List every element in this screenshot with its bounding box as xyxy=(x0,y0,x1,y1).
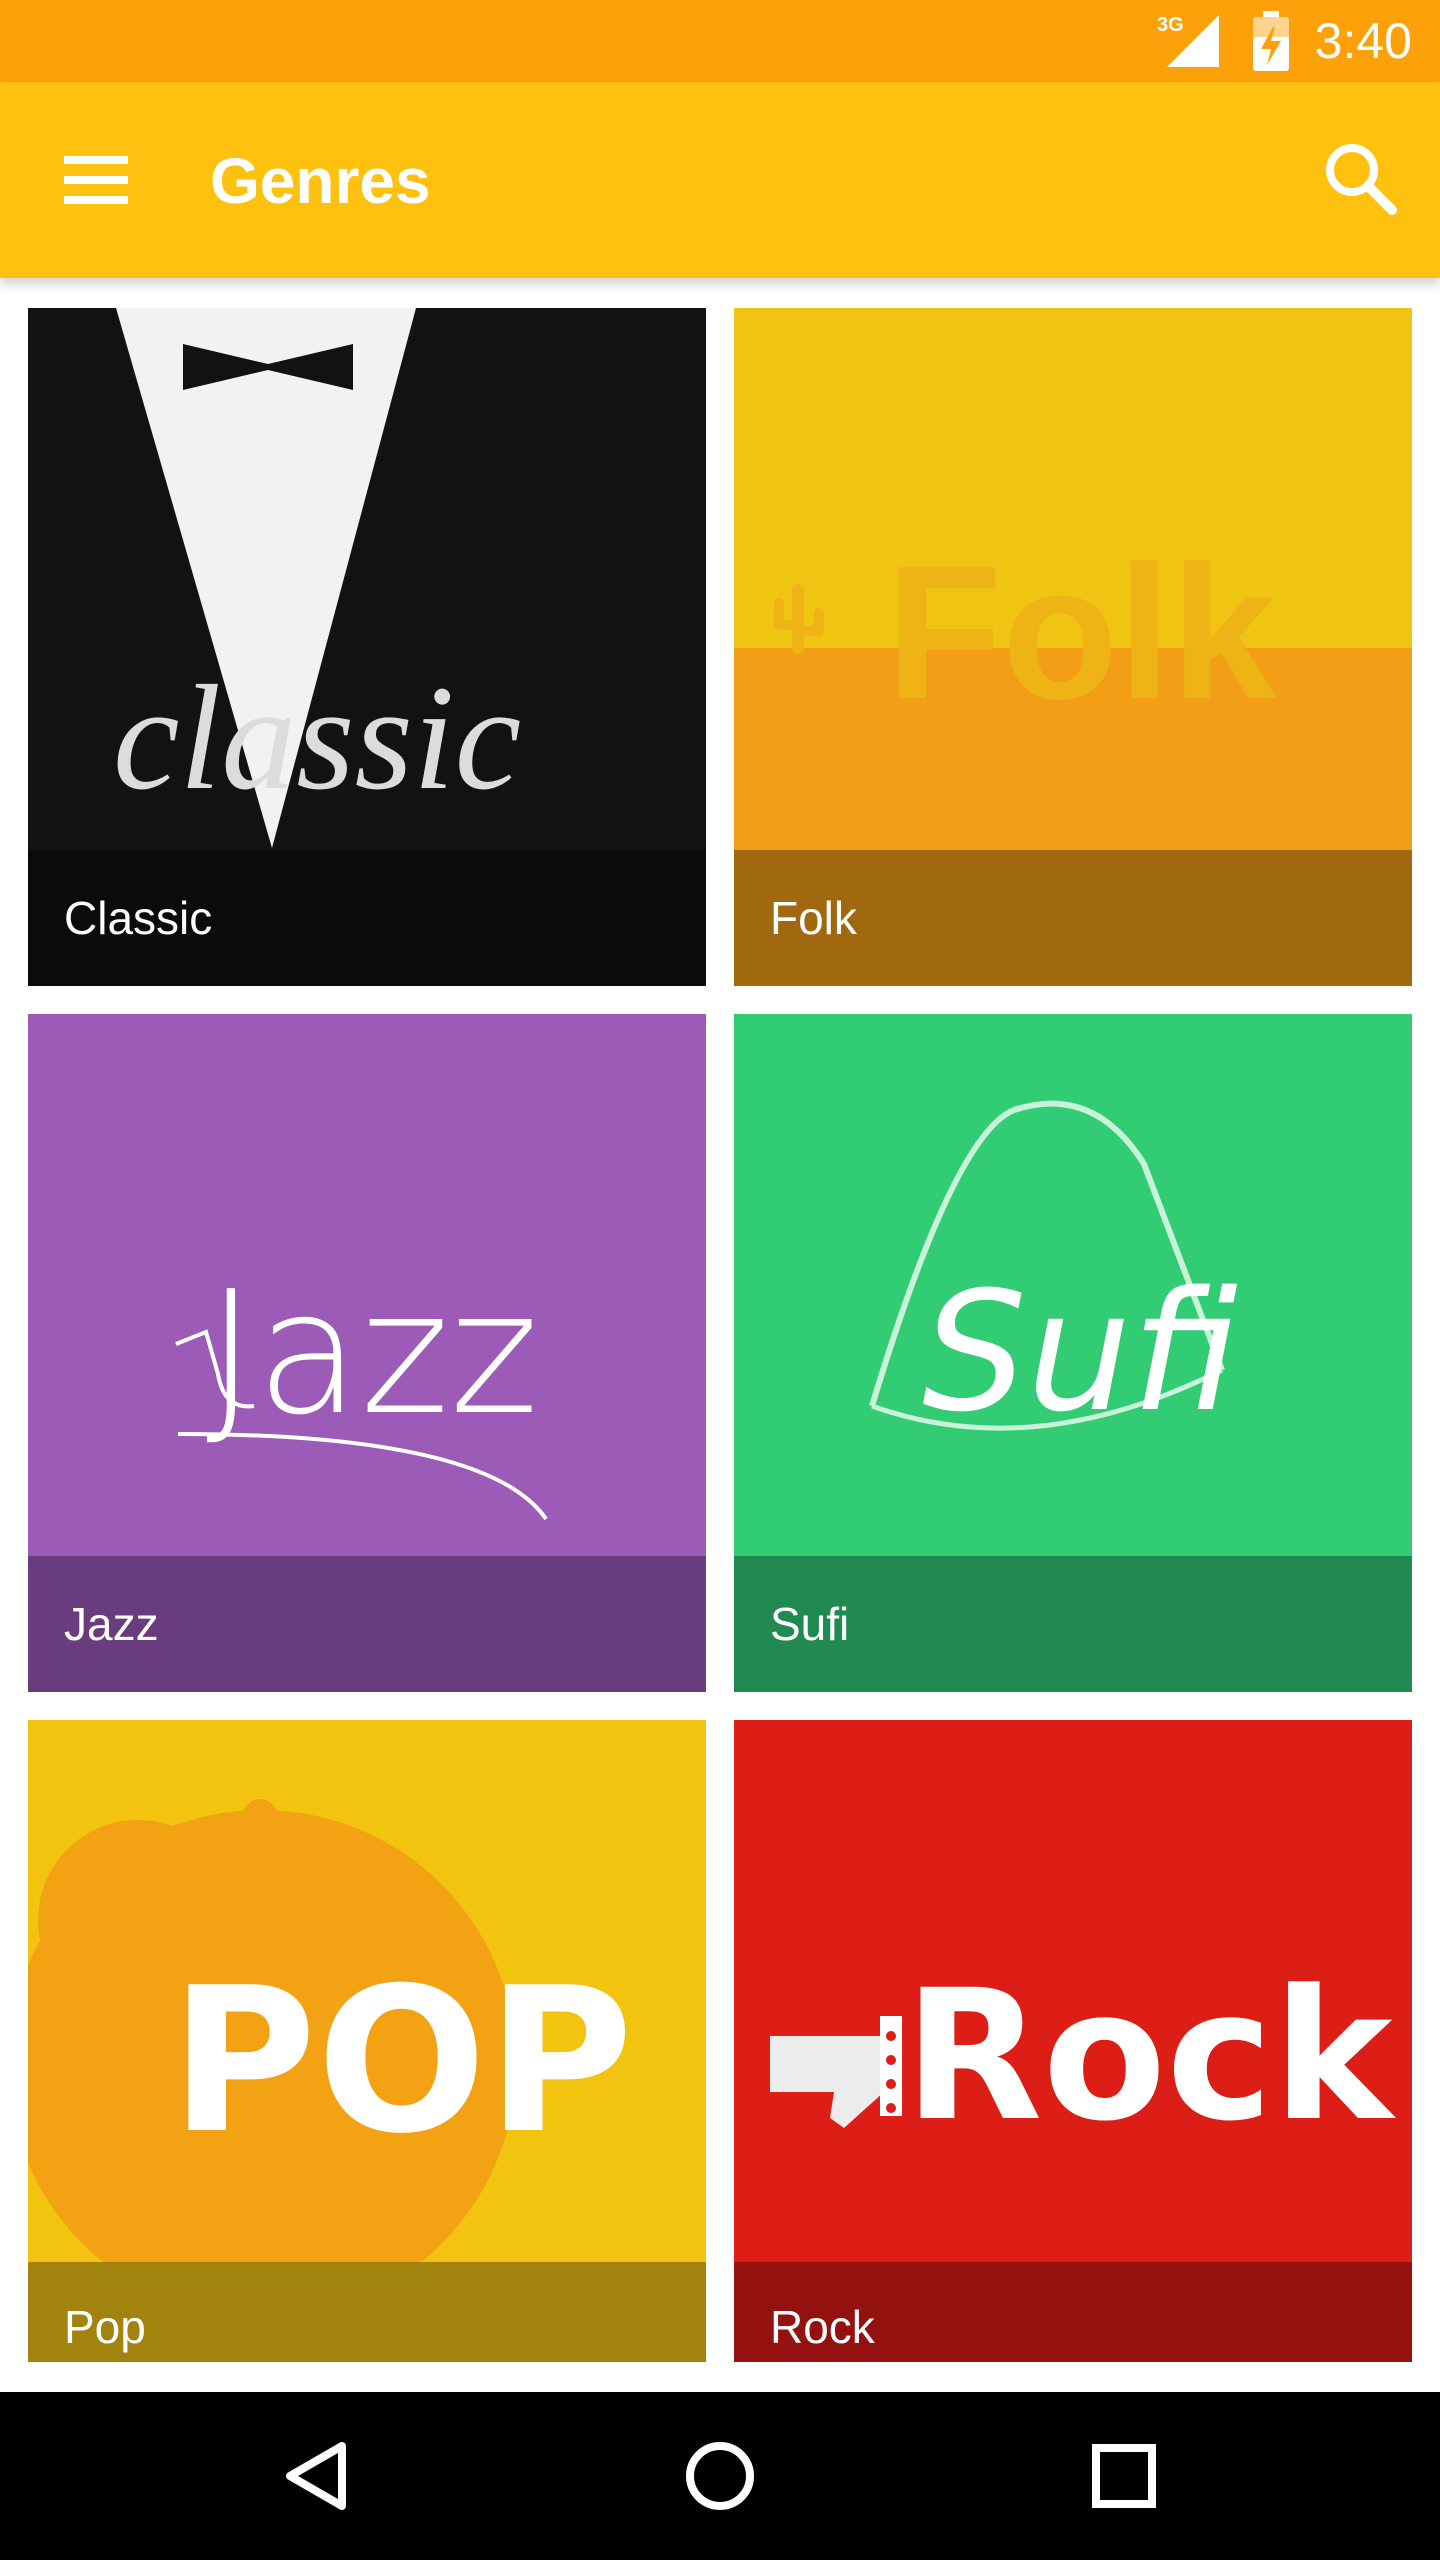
svg-text:classic: classic xyxy=(113,655,521,821)
back-icon[interactable] xyxy=(256,2416,376,2536)
svg-text:Sufi: Sufi xyxy=(922,1256,1238,1448)
genre-label-bar: Rock xyxy=(734,2262,1412,2362)
genre-label: Rock xyxy=(770,2301,875,2353)
svg-text:POP: POP xyxy=(170,1945,633,2178)
search-icon[interactable] xyxy=(1310,128,1410,228)
genre-label-bar: Folk xyxy=(734,850,1412,986)
genre-tile-folk[interactable]: Folk Folk xyxy=(734,308,1412,986)
genre-tile-rock[interactable]: Rock Rock xyxy=(734,1720,1412,2362)
genre-tile-classic[interactable]: classic Classic xyxy=(28,308,706,986)
genre-label-bar: Pop xyxy=(28,2262,706,2362)
genre-label: Pop xyxy=(64,2301,146,2353)
svg-text:Folk: Folk xyxy=(886,527,1277,739)
home-icon[interactable] xyxy=(660,2416,780,2536)
genre-tile-jazz[interactable]: Jazz Jazz xyxy=(28,1014,706,1692)
genre-grid: classic Classic Folk Folk Jazz Jazz Sufi… xyxy=(28,308,1412,2362)
page-title: Genres xyxy=(210,145,431,217)
status-icons: 3G 3:40 xyxy=(1157,0,1412,82)
svg-text:Jazz: Jazz xyxy=(206,1255,539,1453)
status-bar: 3G 3:40 xyxy=(0,0,1440,82)
battery-charging-icon xyxy=(1252,11,1289,71)
recents-icon[interactable] xyxy=(1064,2416,1184,2536)
genre-tile-pop[interactable]: POP Pop xyxy=(28,1720,706,2362)
signal-icon: 3G xyxy=(1157,14,1219,67)
svg-text:3G: 3G xyxy=(1157,14,1184,36)
genre-tile-sufi[interactable]: Sufi Sufi xyxy=(734,1014,1412,1692)
genre-label-bar: Classic xyxy=(28,850,706,986)
genre-label: Folk xyxy=(770,892,857,944)
svg-text:Rock: Rock xyxy=(904,1952,1397,2161)
menu-icon[interactable] xyxy=(46,130,146,230)
genre-label: Classic xyxy=(64,892,213,944)
app-bar: Genres xyxy=(0,82,1440,278)
navigation-bar xyxy=(0,2392,1440,2560)
genre-label: Jazz xyxy=(64,1598,159,1650)
genre-label-bar: Sufi xyxy=(734,1556,1412,1692)
genre-label: Sufi xyxy=(770,1598,850,1650)
genre-label-bar: Jazz xyxy=(28,1556,706,1692)
status-time: 3:40 xyxy=(1314,13,1412,69)
